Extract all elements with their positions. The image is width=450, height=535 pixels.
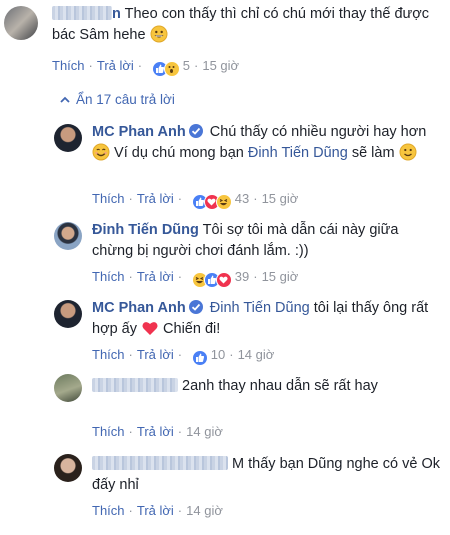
avatar[interactable]	[54, 124, 82, 152]
reply-item: MC Phan Anh Đinh Tiến Dũng tôi lại thấy …	[0, 294, 450, 368]
smiling-emoji-icon	[92, 143, 110, 161]
reply-button[interactable]: Trả lời	[137, 503, 174, 518]
reply-button[interactable]: Trả lời	[137, 269, 174, 284]
reply-item: M thấy bạn Dũng nghe có vẻ Ok đấy nhỉ Th…	[0, 450, 450, 530]
like-button[interactable]: Thích	[92, 503, 125, 518]
reply-text: Chú thấy có nhiều người hay hơn	[209, 124, 427, 140]
avatar[interactable]	[54, 300, 82, 328]
avatar[interactable]	[4, 6, 38, 40]
like-button[interactable]: Thích	[92, 191, 125, 206]
like-button[interactable]: Thích	[92, 269, 125, 284]
grinning-emoji-icon	[150, 25, 168, 43]
like-button[interactable]: Thích	[92, 424, 125, 439]
reply-button[interactable]: Trả lời	[137, 347, 174, 362]
slight-smile-emoji-icon	[399, 143, 417, 161]
like-button[interactable]: Thích	[52, 58, 85, 73]
reply-button[interactable]: Trả lời	[137, 424, 174, 439]
reaction-count[interactable]: 43	[235, 191, 249, 206]
timestamp[interactable]: 14 giờ	[186, 503, 223, 518]
reply-item: 2anh thay nhau dẫn sẽ rất hay Thích · Trả …	[0, 372, 450, 442]
reply-text: 2anh thay nhau dẫn sẽ rất hay	[182, 378, 378, 394]
blurred-author-name	[92, 378, 178, 392]
reaction-summary[interactable]	[151, 61, 180, 77]
timestamp[interactable]: 15 giờ	[262, 191, 299, 206]
avatar[interactable]	[54, 454, 82, 482]
heart-emoji-icon	[141, 319, 159, 337]
reaction-summary[interactable]	[191, 194, 232, 210]
wow-reaction-icon	[163, 61, 180, 77]
reply-body: MC Phan Anh Chú thấy có nhiều người hay …	[92, 122, 442, 164]
reaction-count[interactable]: 39	[235, 269, 249, 284]
avatar[interactable]	[54, 374, 82, 402]
love-reaction-icon	[215, 272, 232, 288]
reaction-summary[interactable]	[191, 350, 208, 366]
chevron-up-icon	[60, 91, 70, 106]
reaction-summary[interactable]	[191, 272, 232, 288]
avatar[interactable]	[54, 222, 82, 250]
hide-replies-label: Ẩn 17 câu trả lời	[76, 92, 175, 107]
verified-badge-icon	[188, 124, 203, 138]
haha-reaction-icon	[215, 194, 232, 210]
hide-replies-toggle[interactable]: Ẩn 17 câu trả lời	[60, 91, 175, 107]
author-name[interactable]: Đinh Tiến Dũng	[92, 222, 199, 238]
reply-text: M thấy bạn Dũng nghe	[232, 456, 379, 472]
top-comment: n Theo con thấy thì chỉ có chú mới thay …	[0, 0, 450, 90]
reply-body: MC Phan Anh Đinh Tiến Dũng tôi lại thấy …	[92, 298, 442, 340]
timestamp[interactable]: 14 giờ	[238, 347, 275, 362]
timestamp[interactable]: 15 giờ	[202, 58, 239, 73]
reply-text: Ví dụ chú mong bạn	[114, 145, 244, 161]
reply-body: M thấy bạn Dũng nghe có vẻ Ok đấy nhỉ	[92, 454, 442, 496]
reply-text: sẽ làm	[351, 145, 395, 161]
blurred-author-name	[92, 456, 228, 470]
timestamp[interactable]: 14 giờ	[186, 424, 223, 439]
reply-item: MC Phan Anh Chú thấy có nhiều người hay …	[0, 118, 450, 210]
blurred-author-name	[52, 6, 112, 20]
reply-actions: Thích · Trả lời · 10 · 14 giờ	[92, 347, 274, 366]
reply-actions: Thích · Trả lời · 14 giờ	[92, 424, 223, 439]
reaction-count[interactable]: 10	[211, 347, 225, 362]
reply-item: Đinh Tiến Dũng Tôi sợ tôi mà dẫn cái này…	[0, 216, 450, 290]
author-name[interactable]: MC Phan Anh	[92, 300, 186, 316]
reply-actions: Thích · Trả lời · 14 giờ	[92, 503, 223, 518]
comment-body: n Theo con thấy thì chỉ có chú mới thay …	[52, 4, 442, 46]
reaction-count[interactable]: 5	[183, 58, 190, 73]
timestamp[interactable]: 15 giờ	[262, 269, 299, 284]
reply-button[interactable]: Trả lời	[97, 58, 134, 73]
reply-actions: Thích · Trả lời · 39 · 15 giờ	[92, 269, 298, 288]
reply-body: 2anh thay nhau dẫn sẽ rất hay	[92, 376, 442, 397]
author-name-tail[interactable]: n	[112, 6, 121, 22]
author-name[interactable]: MC Phan Anh	[92, 124, 186, 140]
reply-text: Chiến đi!	[163, 321, 221, 337]
like-button[interactable]: Thích	[92, 347, 125, 362]
like-reaction-icon	[191, 350, 208, 366]
reply-button[interactable]: Trả lời	[137, 191, 174, 206]
comment-actions: Thích · Trả lời · 5 · 15 giờ	[52, 58, 239, 77]
mention-link[interactable]: Đinh Tiến Dũng	[210, 300, 310, 316]
mention-link[interactable]: Đinh Tiến Dũng	[248, 145, 348, 161]
reply-body: Đinh Tiến Dũng Tôi sợ tôi mà dẫn cái này…	[92, 220, 442, 262]
verified-badge-icon	[188, 300, 203, 314]
reply-actions: Thích · Trả lời · 43 · 15 giờ	[92, 191, 298, 210]
